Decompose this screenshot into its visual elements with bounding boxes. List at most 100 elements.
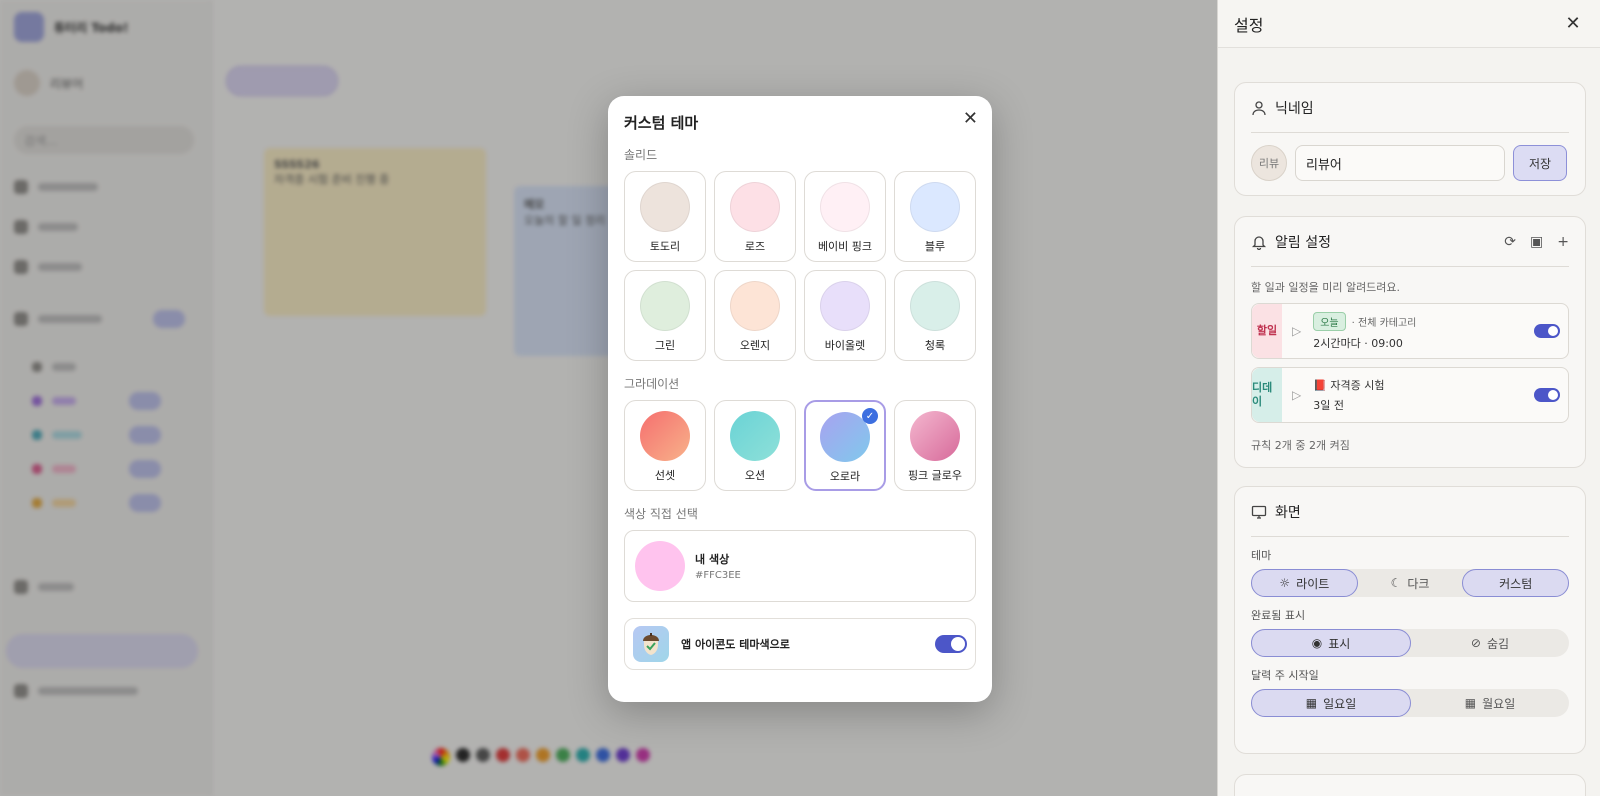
close-icon[interactable]: ✕ [1562, 13, 1584, 35]
app-icon-theme-toggle[interactable] [935, 635, 967, 653]
swatch-name: 오로라 [829, 470, 861, 483]
gradient-grid: 선셋 오션 오로라 ✓ 핑크 글로우 [624, 400, 976, 491]
swatch-name: 오션 [744, 469, 766, 482]
custom-color-swatch [635, 541, 685, 591]
alarm-header: 알림 설정 ⟳ ▣ + [1251, 217, 1569, 267]
custom-theme-modal: 커스텀 테마 ✕ 솔리드 토도리 로즈 베이비 핑크 블루 그린 오렌지 바이올렛 청록 그라… [608, 96, 992, 702]
nickname-input[interactable] [1295, 145, 1505, 181]
completed-hide-option[interactable]: ⊘ 숨김 [1411, 629, 1569, 657]
swatch-name: 로즈 [744, 240, 766, 253]
solid-grid: 토도리 로즈 베이비 핑크 블루그린 오렌지 바이올렛 청록 [624, 171, 976, 361]
color-circle [640, 281, 690, 331]
play-icon[interactable]: ▷ [1292, 388, 1301, 402]
plus-icon[interactable]: + [1557, 234, 1569, 250]
solid-swatch[interactable]: 베이비 핑크 [804, 171, 886, 262]
alarm-summary: 규칙 2개 중 2개 켜짐 [1251, 439, 1350, 452]
alarm-category: · 전체 카테고리 [1351, 317, 1417, 329]
alarm-toggle[interactable] [1534, 324, 1560, 338]
app-icon-theme-row: 앱 아이콘도 테마색으로 [624, 618, 976, 670]
gradient-swatch[interactable]: 선셋 [624, 400, 706, 491]
settings-title: 설정 [1234, 15, 1264, 35]
color-circle [820, 281, 870, 331]
option-label: 다크 [1407, 576, 1430, 591]
calendar-icon: ▦ [1305, 696, 1318, 710]
alarm-title: 알림 설정 [1275, 234, 1331, 251]
avatar: 리뷰 [1251, 145, 1287, 181]
eye-off-icon: ⊘ [1470, 636, 1481, 650]
display-title: 화면 [1275, 504, 1301, 521]
custom-color-picker[interactable]: 내 색상 #FFC3EE [624, 530, 976, 602]
color-circle [640, 182, 690, 232]
next-card [1234, 774, 1586, 796]
settings-panel: 설정 ✕ 닉네임 리뷰 저장 알림 설정 ⟳ ▣ + 할 일과 일정을 미리 알… [1217, 0, 1600, 796]
solid-swatch[interactable]: 그린 [624, 270, 706, 361]
alarm-tag-dday: 디데이 [1252, 368, 1282, 422]
display-card: 화면 테마 ☼ 라이트 ☾ 다크 커스텀 완료됨 표시 ◉ 표시 ⊘ 숨김 달력 주 시… [1234, 486, 1586, 754]
moon-icon: ☾ [1390, 576, 1402, 590]
swatch-name: 바이올렛 [824, 339, 866, 352]
gradient-swatch[interactable]: 오션 [714, 400, 796, 491]
eye-icon: ◉ [1311, 636, 1323, 650]
week-sunday-option[interactable]: ▦ 일요일 [1251, 689, 1411, 717]
calendar-icon: ▦ [1464, 696, 1477, 710]
color-circle [910, 411, 960, 461]
display-header: 화면 [1251, 487, 1569, 537]
alarm-detail: 3일 전 [1313, 399, 1344, 412]
color-circle [730, 411, 780, 461]
option-label: 표시 [1328, 636, 1351, 651]
theme-custom-option[interactable]: 커스텀 [1462, 569, 1570, 597]
swatch-name: 청록 [924, 339, 946, 352]
modal-title: 커스텀 테마 [624, 114, 699, 132]
theme-dark-option[interactable]: ☾ 다크 [1358, 569, 1463, 597]
option-label: 일요일 [1323, 696, 1357, 711]
alarm-rule[interactable]: 디데이 ▷ 📕 자격증 시험 3일 전 [1251, 367, 1569, 423]
alarm-rule[interactable]: 할일 ▷ 오늘 · 전체 카테고리 2시간마다 · 09:00 [1251, 303, 1569, 359]
settings-header: 설정 ✕ [1218, 0, 1600, 48]
color-circle [730, 281, 780, 331]
nickname-title: 닉네임 [1275, 100, 1314, 117]
close-icon[interactable]: ✕ [963, 108, 978, 129]
swatch-name: 그린 [654, 339, 676, 352]
solid-swatch[interactable]: 블루 [894, 171, 976, 262]
calendar-icon[interactable]: ▣ [1530, 234, 1543, 250]
refresh-icon[interactable]: ⟳ [1504, 234, 1516, 250]
sun-icon: ☼ [1279, 576, 1291, 590]
nickname-header: 닉네임 [1251, 83, 1569, 133]
play-icon[interactable]: ▷ [1292, 324, 1301, 338]
gradient-swatch[interactable]: 오로라 ✓ [804, 400, 886, 491]
option-label: 월요일 [1482, 696, 1516, 711]
solid-swatch[interactable]: 오렌지 [714, 270, 796, 361]
completed-show-option[interactable]: ◉ 표시 [1251, 629, 1411, 657]
swatch-name: 블루 [924, 240, 946, 253]
color-circle [820, 182, 870, 232]
week-start-selector: ▦ 일요일 ▦ 월요일 [1251, 689, 1569, 717]
swatch-name: 핑크 글로우 [907, 469, 963, 482]
completed-label: 완료됨 표시 [1251, 609, 1306, 622]
app-icon-theme-label: 앱 아이콘도 테마색으로 [681, 638, 790, 651]
option-label: 커스텀 [1499, 576, 1533, 591]
monitor-icon [1251, 505, 1267, 519]
nickname-card: 닉네임 리뷰 저장 [1234, 82, 1586, 196]
gradient-swatch[interactable]: 핑크 글로우 [894, 400, 976, 491]
week-start-label: 달력 주 시작일 [1251, 669, 1319, 682]
solid-label: 솔리드 [624, 148, 658, 162]
alarm-toggle[interactable] [1534, 388, 1560, 402]
week-monday-option[interactable]: ▦ 월요일 [1411, 689, 1569, 717]
color-circle [910, 182, 960, 232]
completed-selector: ◉ 표시 ⊘ 숨김 [1251, 629, 1569, 657]
alarm-title-text: 📕 자격증 시험 [1313, 379, 1385, 392]
alarm-description: 할 일과 일정을 미리 알려드려요. [1251, 281, 1401, 294]
color-circle [910, 281, 960, 331]
custom-color-label: 색상 직접 선택 [624, 507, 698, 521]
custom-color-name: 내 색상 [695, 553, 730, 566]
solid-swatch[interactable]: 바이올렛 [804, 270, 886, 361]
solid-swatch[interactable]: 토도리 [624, 171, 706, 262]
bell-icon [1251, 235, 1267, 250]
theme-label: 테마 [1251, 549, 1272, 562]
theme-light-option[interactable]: ☼ 라이트 [1251, 569, 1358, 597]
swatch-name: 베이비 핑크 [817, 240, 873, 253]
solid-swatch[interactable]: 청록 [894, 270, 976, 361]
save-button[interactable]: 저장 [1513, 145, 1567, 181]
solid-swatch[interactable]: 로즈 [714, 171, 796, 262]
swatch-name: 토도리 [649, 240, 681, 253]
